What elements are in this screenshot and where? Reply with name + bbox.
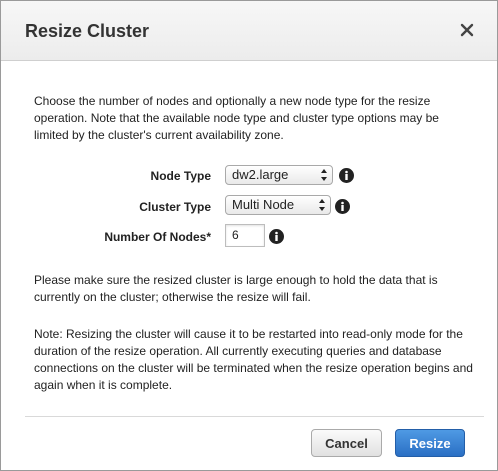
resize-button[interactable]: Resize — [395, 429, 465, 457]
dialog-title: Resize Cluster — [25, 21, 150, 41]
cluster-type-value: Multi Node — [232, 197, 295, 212]
footer-divider — [25, 416, 484, 417]
cluster-type-info-icon[interactable] — [335, 199, 350, 214]
cancel-button[interactable]: Cancel — [311, 429, 382, 457]
resize-warning-text: Please make sure the resized cluster is … — [34, 273, 438, 304]
resize-note-text: Note: Resizing the cluster will cause it… — [34, 327, 473, 392]
number-of-nodes-value: 6 — [232, 228, 239, 242]
node-type-info-icon[interactable] — [339, 168, 354, 183]
close-button[interactable] — [456, 19, 478, 41]
intro-text: Choose the number of nodes and optionall… — [34, 94, 439, 142]
node-type-value: dw2.large — [232, 167, 289, 182]
resize-cluster-dialog: Resize Cluster Choose the number of node… — [0, 0, 498, 471]
number-of-nodes-label: Number Of Nodes* — [104, 230, 211, 244]
number-of-nodes-input[interactable]: 6 — [225, 224, 265, 247]
node-type-select[interactable]: dw2.large — [225, 165, 333, 185]
dialog-header: Resize Cluster — [1, 1, 497, 61]
node-type-label: Node Type — [150, 169, 211, 183]
updown-arrows-icon — [321, 169, 327, 181]
number-of-nodes-info-icon[interactable] — [269, 229, 284, 244]
close-icon — [460, 23, 474, 37]
cluster-type-select[interactable]: Multi Node — [225, 195, 331, 215]
updown-arrows-icon — [319, 199, 325, 211]
cluster-type-label: Cluster Type — [139, 200, 211, 214]
